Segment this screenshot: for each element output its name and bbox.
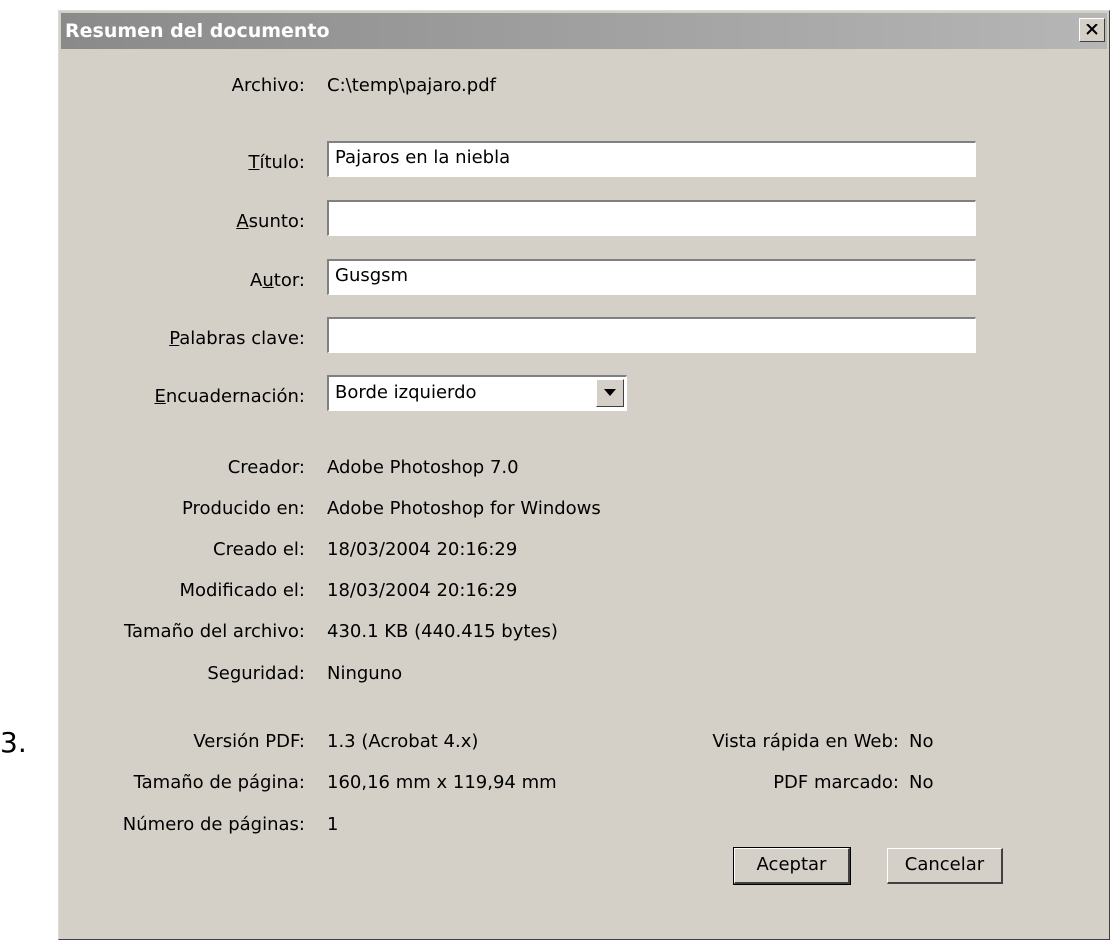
close-button[interactable] xyxy=(1079,18,1105,42)
numero-paginas-label: Número de páginas: xyxy=(122,814,305,835)
archivo-value: C:\temp\pajaro.pdf xyxy=(327,75,496,96)
titulo-input[interactable]: Pajaros en la niebla xyxy=(327,141,976,177)
palabras-clave-input[interactable] xyxy=(327,317,976,353)
dialog-title: Resumen del documento xyxy=(65,20,330,42)
version-pdf-value: 1.3 (Acrobat 4.x) xyxy=(327,731,479,752)
tamano-pagina-value: 160,16 mm x 119,94 mm xyxy=(327,772,557,793)
dropdown-button[interactable] xyxy=(596,379,624,407)
creador-label: Creador: xyxy=(227,457,305,478)
seguridad-value: Ninguno xyxy=(327,663,403,684)
cancelar-button[interactable]: Cancelar xyxy=(887,848,1003,884)
creador-value: Adobe Photoshop 7.0 xyxy=(327,457,519,478)
aceptar-button[interactable]: Aceptar xyxy=(733,847,851,885)
close-icon xyxy=(1086,24,1098,35)
encuadernacion-value: Borde izquierdo xyxy=(335,382,477,403)
vista-rapida-label: Vista rápida en Web: xyxy=(712,731,899,752)
tamano-archivo-label: Tamaño del archivo: xyxy=(123,621,305,642)
pdf-marcado-value: No xyxy=(909,772,934,793)
title-bar[interactable]: Resumen del documento xyxy=(61,13,1107,49)
archivo-label: Archivo: xyxy=(231,75,305,96)
numero-paginas-value: 1 xyxy=(327,814,339,835)
titulo-label: Título: xyxy=(248,152,305,173)
creado-label: Creado el: xyxy=(213,539,305,560)
creado-value: 18/03/2004 20:16:29 xyxy=(327,539,518,560)
autor-input[interactable]: Gusgsm xyxy=(327,259,976,295)
autor-label: Autor: xyxy=(250,270,305,291)
tamano-archivo-value: 430.1 KB (440.415 bytes) xyxy=(327,621,558,642)
modificado-value: 18/03/2004 20:16:29 xyxy=(327,580,518,601)
asunto-label: Asunto: xyxy=(236,211,305,232)
version-pdf-label: Versión PDF: xyxy=(193,731,305,752)
producido-label: Producido en: xyxy=(182,498,305,519)
encuadernacion-select[interactable]: Borde izquierdo xyxy=(327,375,627,411)
pdf-marcado-label: PDF marcado: xyxy=(773,772,899,793)
document-summary-dialog: Resumen del documento Archivo: C:\temp\p… xyxy=(58,10,1110,940)
encuadernacion-label: Encuadernación: xyxy=(154,386,305,407)
vista-rapida-value: No xyxy=(909,731,934,752)
producido-value: Adobe Photoshop for Windows xyxy=(327,498,601,519)
seguridad-label: Seguridad: xyxy=(207,663,305,684)
step-number: 3. xyxy=(0,726,27,759)
chevron-down-icon xyxy=(604,389,616,396)
palabras-clave-label: Palabras clave: xyxy=(169,328,305,349)
asunto-input[interactable] xyxy=(327,200,976,236)
modificado-label: Modificado el: xyxy=(179,580,305,601)
tamano-pagina-label: Tamaño de página: xyxy=(133,772,305,793)
